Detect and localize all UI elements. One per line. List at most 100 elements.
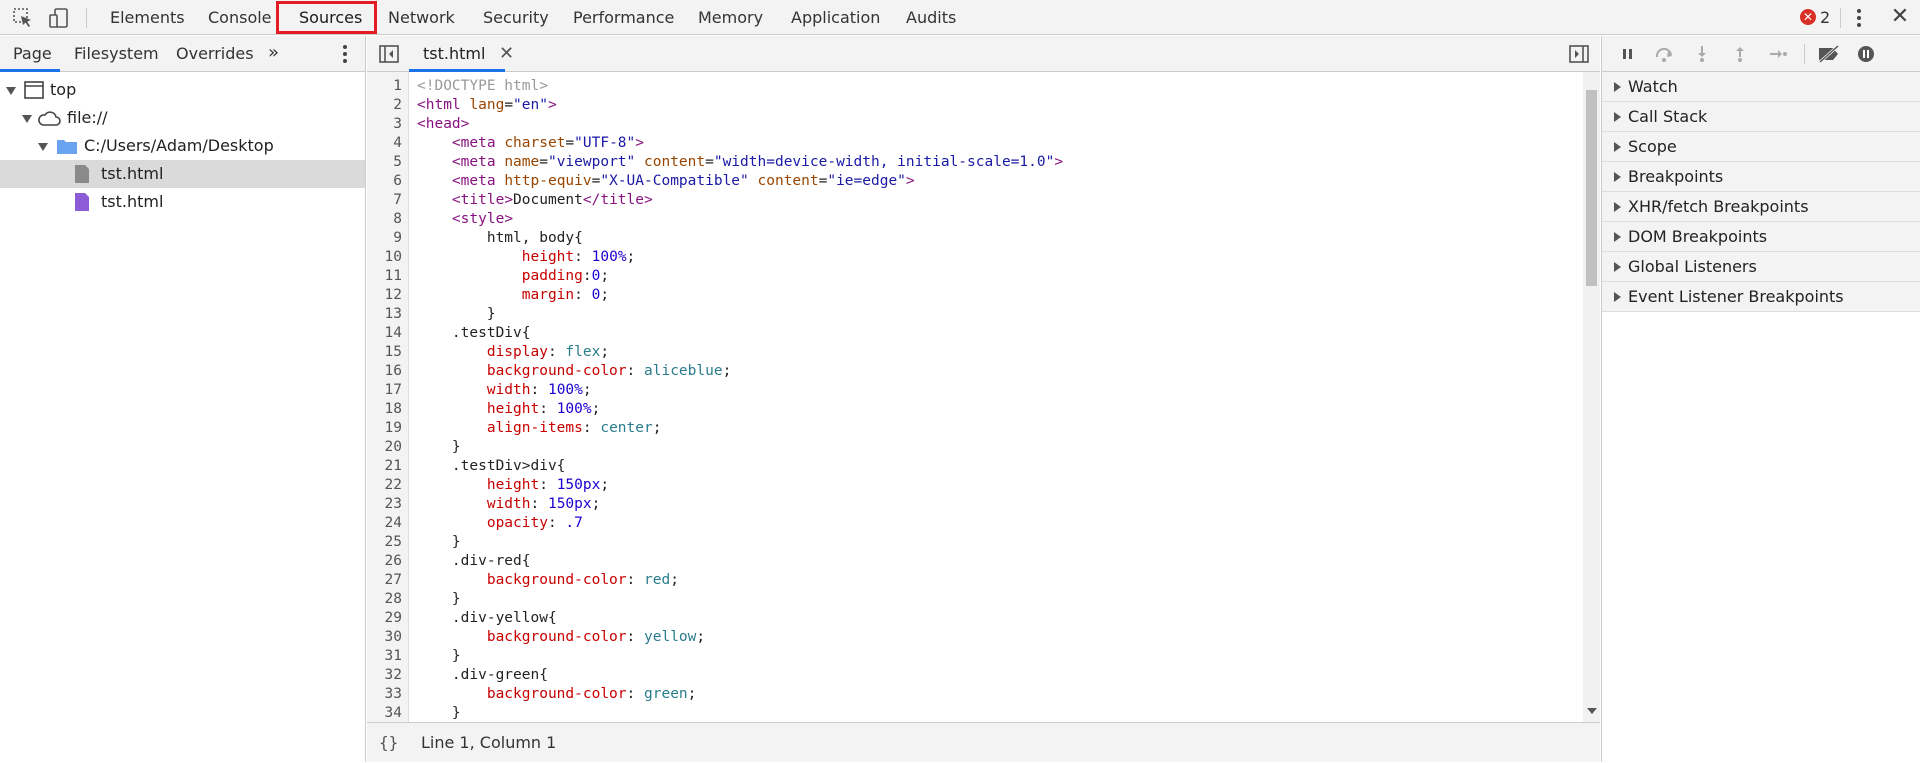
line-number[interactable]: 29 bbox=[367, 610, 402, 626]
line-number[interactable]: 24 bbox=[367, 515, 402, 531]
line-number[interactable]: 5 bbox=[367, 154, 402, 170]
code-line: display: flex; bbox=[486, 344, 610, 360]
scroll-down-arrow-icon[interactable] bbox=[1587, 708, 1597, 714]
code-line: padding:0; bbox=[521, 268, 610, 284]
tab-network[interactable]: Network bbox=[388, 0, 455, 35]
pane-breakpoints[interactable]: Breakpoints bbox=[1602, 162, 1920, 192]
line-number[interactable]: 17 bbox=[367, 382, 402, 398]
expand-arrow-icon[interactable] bbox=[1614, 82, 1621, 92]
line-number[interactable]: 19 bbox=[367, 420, 402, 436]
line-number[interactable]: 22 bbox=[367, 477, 402, 493]
tab-security[interactable]: Security bbox=[483, 0, 549, 35]
expand-arrow-icon[interactable] bbox=[22, 115, 32, 123]
line-number[interactable]: 10 bbox=[367, 249, 402, 265]
editor-tab-tst-html[interactable]: tst.html ✕ bbox=[411, 36, 514, 72]
scrollbar-thumb[interactable] bbox=[1586, 90, 1597, 286]
tab-performance[interactable]: Performance bbox=[573, 0, 674, 35]
line-number[interactable]: 13 bbox=[367, 306, 402, 322]
line-number[interactable]: 4 bbox=[367, 135, 402, 151]
nav-tab-overrides[interactable]: Overrides bbox=[176, 36, 254, 72]
expand-arrow-icon[interactable] bbox=[1614, 292, 1621, 302]
line-number[interactable]: 20 bbox=[367, 439, 402, 455]
pane-call-stack[interactable]: Call Stack bbox=[1602, 102, 1920, 132]
line-number[interactable]: 32 bbox=[367, 667, 402, 683]
code-line: <html lang="en"> bbox=[417, 97, 557, 113]
close-tab-icon[interactable]: ✕ bbox=[499, 36, 514, 72]
line-number[interactable]: 1 bbox=[367, 78, 402, 94]
pane-scope[interactable]: Scope bbox=[1602, 132, 1920, 162]
pane-label: Event Listener Breakpoints bbox=[1628, 287, 1844, 306]
pretty-print-icon[interactable]: {} bbox=[379, 723, 398, 763]
device-toolbar-icon[interactable] bbox=[48, 7, 70, 29]
expand-arrow-icon[interactable] bbox=[1614, 232, 1621, 242]
tree-item-file[interactable]: tst.html bbox=[0, 188, 365, 216]
line-number[interactable]: 34 bbox=[367, 705, 402, 721]
sources-navigator: Page Filesystem Overrides » top file:// … bbox=[0, 36, 366, 762]
line-number[interactable]: 2 bbox=[367, 97, 402, 113]
step-icon[interactable] bbox=[1768, 45, 1788, 63]
pause-icon[interactable] bbox=[1618, 45, 1638, 63]
nav-tab-filesystem[interactable]: Filesystem bbox=[74, 36, 159, 72]
line-number[interactable]: 31 bbox=[367, 648, 402, 664]
customize-menu-icon[interactable] bbox=[1852, 5, 1866, 31]
line-number[interactable]: 26 bbox=[367, 553, 402, 569]
code-line: width: 100%; bbox=[486, 382, 592, 398]
step-over-icon[interactable] bbox=[1654, 45, 1674, 63]
line-number[interactable]: 21 bbox=[367, 458, 402, 474]
expand-arrow-icon[interactable] bbox=[1614, 172, 1621, 182]
line-number[interactable]: 6 bbox=[367, 173, 402, 189]
vertical-scrollbar[interactable] bbox=[1583, 72, 1600, 722]
line-number[interactable]: 3 bbox=[367, 116, 402, 132]
tree-item-origin[interactable]: file:// bbox=[0, 104, 365, 132]
error-count[interactable]: 2 bbox=[1820, 0, 1830, 35]
line-number[interactable]: 16 bbox=[367, 363, 402, 379]
tree-item-folder[interactable]: C:/Users/Adam/Desktop bbox=[0, 132, 365, 160]
error-icon[interactable]: ✕ bbox=[1800, 9, 1816, 25]
line-number[interactable]: 9 bbox=[367, 230, 402, 246]
more-tabs-icon[interactable]: » bbox=[268, 36, 279, 72]
line-number[interactable]: 11 bbox=[367, 268, 402, 284]
pane-xhr-breakpoints[interactable]: XHR/fetch Breakpoints bbox=[1602, 192, 1920, 222]
pane-dom-breakpoints[interactable]: DOM Breakpoints bbox=[1602, 222, 1920, 252]
step-out-icon[interactable] bbox=[1730, 45, 1750, 63]
step-into-icon[interactable] bbox=[1692, 45, 1712, 63]
tab-audits[interactable]: Audits bbox=[906, 0, 956, 35]
deactivate-breakpoints-icon[interactable] bbox=[1816, 45, 1842, 63]
expand-arrow-icon[interactable] bbox=[6, 87, 16, 95]
line-number[interactable]: 33 bbox=[367, 686, 402, 702]
line-number[interactable]: 25 bbox=[367, 534, 402, 550]
pane-watch[interactable]: Watch bbox=[1602, 72, 1920, 102]
code-area[interactable]: 1 2 3 4 5 6 7 8 9 10 11 12 13 14 15 16 17 18 19 20 21 22 23 24 2… bbox=[367, 72, 1600, 722]
line-number[interactable]: 18 bbox=[367, 401, 402, 417]
tab-application[interactable]: Application bbox=[791, 0, 880, 35]
line-number[interactable]: 30 bbox=[367, 629, 402, 645]
line-number[interactable]: 15 bbox=[367, 344, 402, 360]
tree-item-file-selected[interactable]: tst.html bbox=[0, 160, 365, 188]
expand-arrow-icon[interactable] bbox=[38, 143, 48, 151]
expand-arrow-icon[interactable] bbox=[1614, 262, 1621, 272]
tab-elements[interactable]: Elements bbox=[110, 0, 185, 35]
toggle-navigator-icon[interactable] bbox=[379, 45, 399, 63]
tab-memory[interactable]: Memory bbox=[698, 0, 763, 35]
pane-event-listener-breakpoints[interactable]: Event Listener Breakpoints bbox=[1602, 282, 1920, 312]
pause-on-exceptions-icon[interactable] bbox=[1856, 45, 1876, 63]
toggle-debugger-icon[interactable] bbox=[1569, 45, 1589, 63]
navigator-menu-icon[interactable] bbox=[340, 42, 350, 66]
line-number[interactable]: 23 bbox=[367, 496, 402, 512]
inspect-element-icon[interactable] bbox=[12, 7, 34, 29]
folder-icon bbox=[57, 140, 77, 154]
expand-arrow-icon[interactable] bbox=[1614, 142, 1621, 152]
line-number[interactable]: 28 bbox=[367, 591, 402, 607]
tree-item-top[interactable]: top bbox=[0, 76, 365, 104]
expand-arrow-icon[interactable] bbox=[1614, 202, 1621, 212]
tab-console[interactable]: Console bbox=[208, 0, 272, 35]
pane-global-listeners[interactable]: Global Listeners bbox=[1602, 252, 1920, 282]
line-number[interactable]: 14 bbox=[367, 325, 402, 341]
line-number[interactable]: 7 bbox=[367, 192, 402, 208]
line-number[interactable]: 27 bbox=[367, 572, 402, 588]
line-number[interactable]: 12 bbox=[367, 287, 402, 303]
close-devtools-icon[interactable]: ✕ bbox=[1888, 4, 1912, 30]
expand-arrow-icon[interactable] bbox=[1614, 112, 1621, 122]
nav-tab-page[interactable]: Page bbox=[13, 36, 52, 72]
line-number[interactable]: 8 bbox=[367, 211, 402, 227]
